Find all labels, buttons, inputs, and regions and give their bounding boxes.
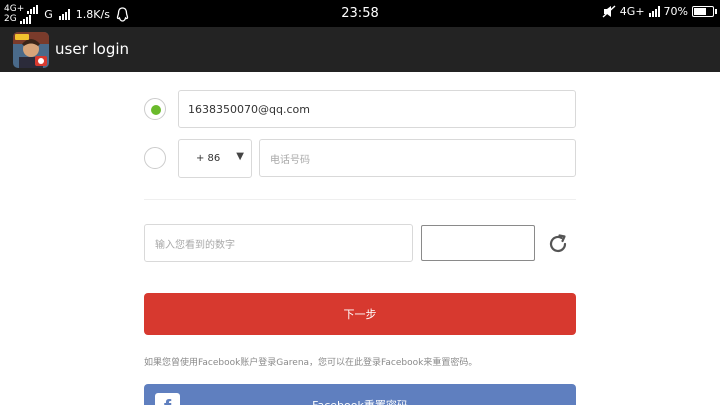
captcha-image <box>421 225 535 261</box>
facebook-button-label: Facebook重置密码 <box>144 397 576 405</box>
game-app-icon[interactable] <box>13 32 49 68</box>
facebook-hint-text: 如果您曾使用Facebook账户登录Garena，您可以在此登录Facebook… <box>144 358 478 368</box>
status-bar: 4G+ 2G G 1.8K/s 23:58 4G+ 70% <box>0 0 720 27</box>
phone-option-radio[interactable] <box>144 147 166 169</box>
phone-placeholder: 电话号码 <box>270 154 310 166</box>
facebook-reset-button[interactable]: f Facebook重置密码 <box>144 384 576 405</box>
next-button[interactable]: 下一步 <box>144 293 576 335</box>
signal-bars-icon <box>648 6 660 17</box>
refresh-icon[interactable] <box>546 232 570 256</box>
chevron-down-icon: ▼ <box>236 151 244 162</box>
mute-icon <box>602 5 616 18</box>
email-value: 1638350070@qq.com <box>188 102 310 116</box>
email-option-radio[interactable] <box>144 98 166 120</box>
status-right: 4G+ 70% <box>602 5 717 18</box>
app-bar: user login <box>0 27 720 72</box>
country-code-select[interactable]: + 86 ▼ <box>178 139 252 178</box>
email-field[interactable]: 1638350070@qq.com <box>178 90 576 128</box>
country-code-value: + 86 <box>196 153 221 164</box>
captcha-placeholder: 输入您看到的数字 <box>155 239 235 251</box>
divider <box>144 199 576 200</box>
battery-percent: 70% <box>663 5 688 18</box>
next-button-label: 下一步 <box>343 308 377 321</box>
captcha-input[interactable]: 输入您看到的数字 <box>144 224 413 262</box>
network-type-right: 4G+ <box>619 5 645 18</box>
battery-icon <box>692 6 717 17</box>
battery-fill <box>694 8 706 15</box>
page-title: user login <box>55 40 130 58</box>
phone-field[interactable]: 电话号码 <box>259 139 576 177</box>
